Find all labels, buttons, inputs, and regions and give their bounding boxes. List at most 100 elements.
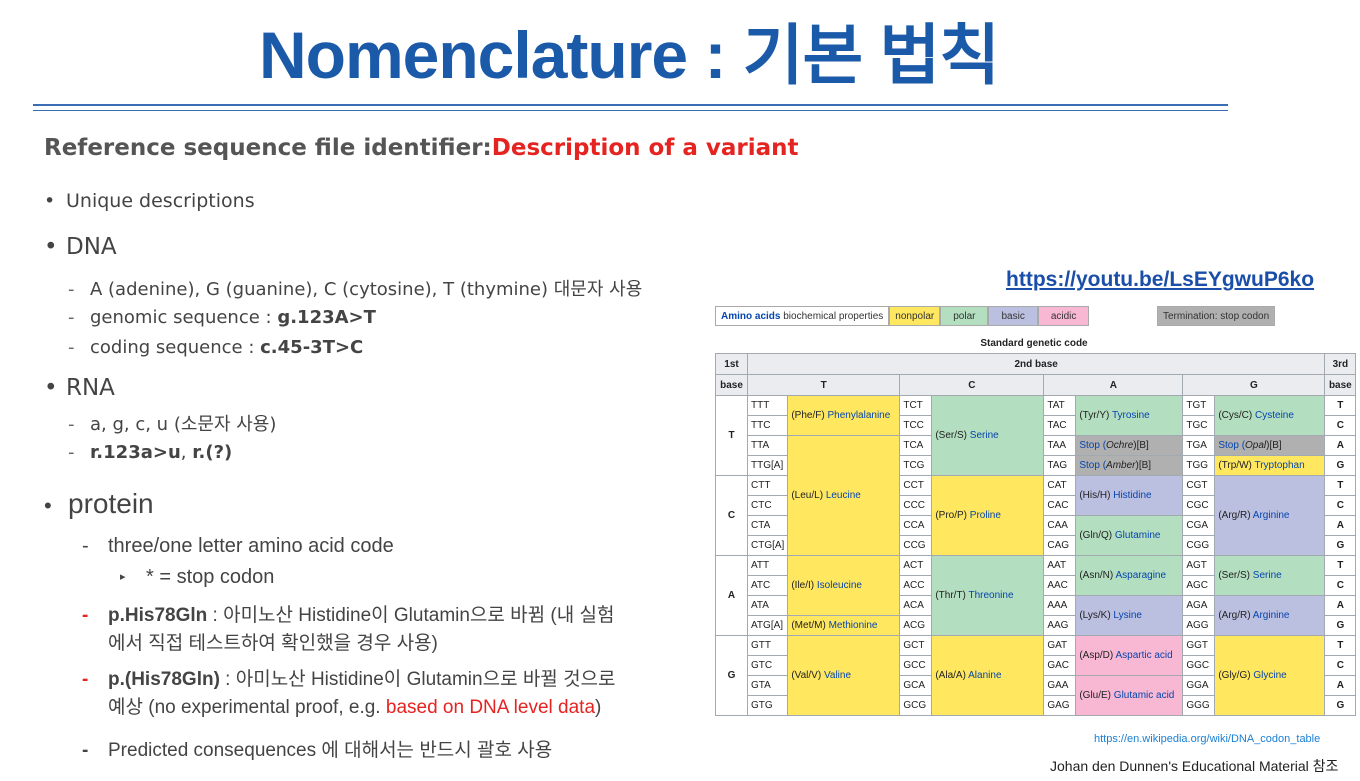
codon: CGA [1182,515,1216,536]
stop-name: Opal [1245,440,1267,451]
aa-link[interactable]: Valine [824,670,851,681]
codon: AGG [1182,615,1216,636]
stop-link[interactable]: Stop ( [1218,440,1245,451]
wikipedia-link[interactable]: https://en.wikipedia.org/wiki/DNA_codon_… [1094,733,1320,745]
codon: CTC [746,495,789,516]
header-base: base [715,374,748,396]
protein-item-p2: - p.(His78Gln) : 아미노산 Histidine이 Glutamin… [82,666,616,722]
codon: GAG [1043,695,1077,716]
codon: TGC [1182,415,1216,436]
codon: CAA [1043,515,1077,536]
third-base: T [1324,395,1357,416]
codon: TAG [1043,455,1077,476]
legend-polar: polar [940,306,989,326]
aa-link[interactable]: Arginine [1253,610,1290,621]
aa-link[interactable]: Glutamine [1115,530,1161,541]
aa-link[interactable]: Serine [970,430,999,441]
aa-link[interactable]: Leucine [826,490,861,501]
third-base: T [1324,555,1357,576]
codon: GCT [899,635,933,656]
aa-asn: (Asn/N) Asparagine [1075,555,1184,596]
aa-ile: (Ile/I) Isoleucine [787,555,901,616]
aa-link[interactable]: Tryptophan [1254,460,1304,471]
aa-ser: (Ser/S) Serine [931,395,1045,476]
codon-table: 1st 2nd base 3rd base T C A G base T TTT… [715,353,1357,716]
codon: CAG [1043,535,1077,556]
dna-item-text: A (adenine), G (guanine), C (cytosine), … [90,279,643,300]
aa-link[interactable]: Methionine [829,620,878,631]
codon: GTG [746,695,789,716]
header-col-g: G [1182,374,1326,396]
aa-link[interactable]: Proline [970,510,1001,521]
dna-item-genomic: - genomic sequence : g.123A>T [68,307,376,328]
legend-props: Amino acids biochemical properties [715,306,890,326]
rna-example: r.123a>u [90,442,181,463]
codon: AGT [1182,555,1216,576]
codon: CAT [1043,475,1077,496]
codon: TGT [1182,395,1216,416]
legend-props-text: biochemical properties [780,311,884,322]
aa-code: (Gln/Q) [1079,530,1115,541]
legend-aa-link[interactable]: Amino acids [721,311,780,322]
bullet-dot-icon: • [44,375,58,401]
protein-item-text: 에서 직접 테스트하여 확인했을 경우 사용) [108,633,438,654]
aa-link[interactable]: Isoleucine [817,580,862,591]
third-base: C [1324,415,1357,436]
codon: CGC [1182,495,1216,516]
bullet-dot-icon: • [44,234,58,260]
aa-code: (Thr/T) [935,590,969,601]
stop-ref: )[B] [1135,460,1152,471]
aa-link[interactable]: Cysteine [1255,410,1294,421]
dash-icon: - [68,442,75,463]
aa-code: (Leu/L) [791,490,826,501]
bullet-dot-icon: • [44,493,52,518]
protein-item-stop: ▸ * = stop codon [120,566,274,589]
aa-link[interactable]: Serine [1253,570,1282,581]
codon: CGG [1182,535,1216,556]
youtube-link[interactable]: https://youtu.be/LsEYgwuP6ko [1006,268,1314,292]
codon: TGA [1182,435,1216,456]
aa-link[interactable]: Glycine [1253,670,1286,681]
codon: TTC [746,415,789,436]
aa-cys: (Cys/C) Cysteine [1214,395,1326,436]
stop-link[interactable]: Stop ( [1079,440,1106,451]
dna-item-coding: - coding sequence : c.45-3T>C [68,337,363,358]
codon: ACA [899,595,933,616]
first-base-g: G [715,635,748,716]
aa-link[interactable]: Alanine [968,670,1001,681]
aa-link[interactable]: Lysine [1113,610,1142,621]
aa-thr: (Thr/T) Threonine [931,555,1045,636]
codon: GTC [746,655,789,676]
codon: AAC [1043,575,1077,596]
aa-link[interactable]: Tyrosine [1112,410,1150,421]
aa-stop-amber: Stop (Amber)[B] [1075,455,1184,476]
codon: ACG [899,615,933,636]
protein-item-text: * = stop codon [146,566,275,588]
aa-code: (Ala/A) [935,670,969,681]
aa-code: (Val/V) [791,670,824,681]
aa-link[interactable]: Histidine [1113,490,1151,501]
header-col-a: A [1043,374,1184,396]
aa-glu: (Glu/E) Glutamic acid [1075,675,1184,716]
codon: CTG[A] [746,535,789,556]
protein-item-text: 예상 (no experimental proof, e.g. [108,697,386,718]
bullet-dna: • DNA [44,234,117,260]
codon: TCC [899,415,933,436]
stop-name: Ochre [1106,440,1134,451]
aa-link[interactable]: Glutamic acid [1114,690,1175,701]
triangle-bullet-icon: ▸ [120,571,126,583]
aa-link[interactable]: Arginine [1253,510,1290,521]
aa-code: (Ser/S) [1218,570,1253,581]
aa-link[interactable]: Threonine [969,590,1014,601]
rna-item-examples: - r.123a>u, r.(?) [68,442,232,463]
aa-stop-ochre: Stop (Ochre)[B] [1075,435,1184,456]
aa-link[interactable]: Asparagine [1115,570,1166,581]
aa-ala: (Ala/A) Alanine [931,635,1045,716]
bullet-label: protein [68,488,154,519]
aa-link[interactable]: Aspartic acid [1115,650,1172,661]
bullet-protein: • protein [44,488,154,520]
aa-link[interactable]: Phenylalanine [827,410,890,421]
stop-link[interactable]: Stop ( [1079,460,1106,471]
aa-code: (His/H) [1079,490,1114,501]
header-2nd-base: 2nd base [746,353,1326,375]
